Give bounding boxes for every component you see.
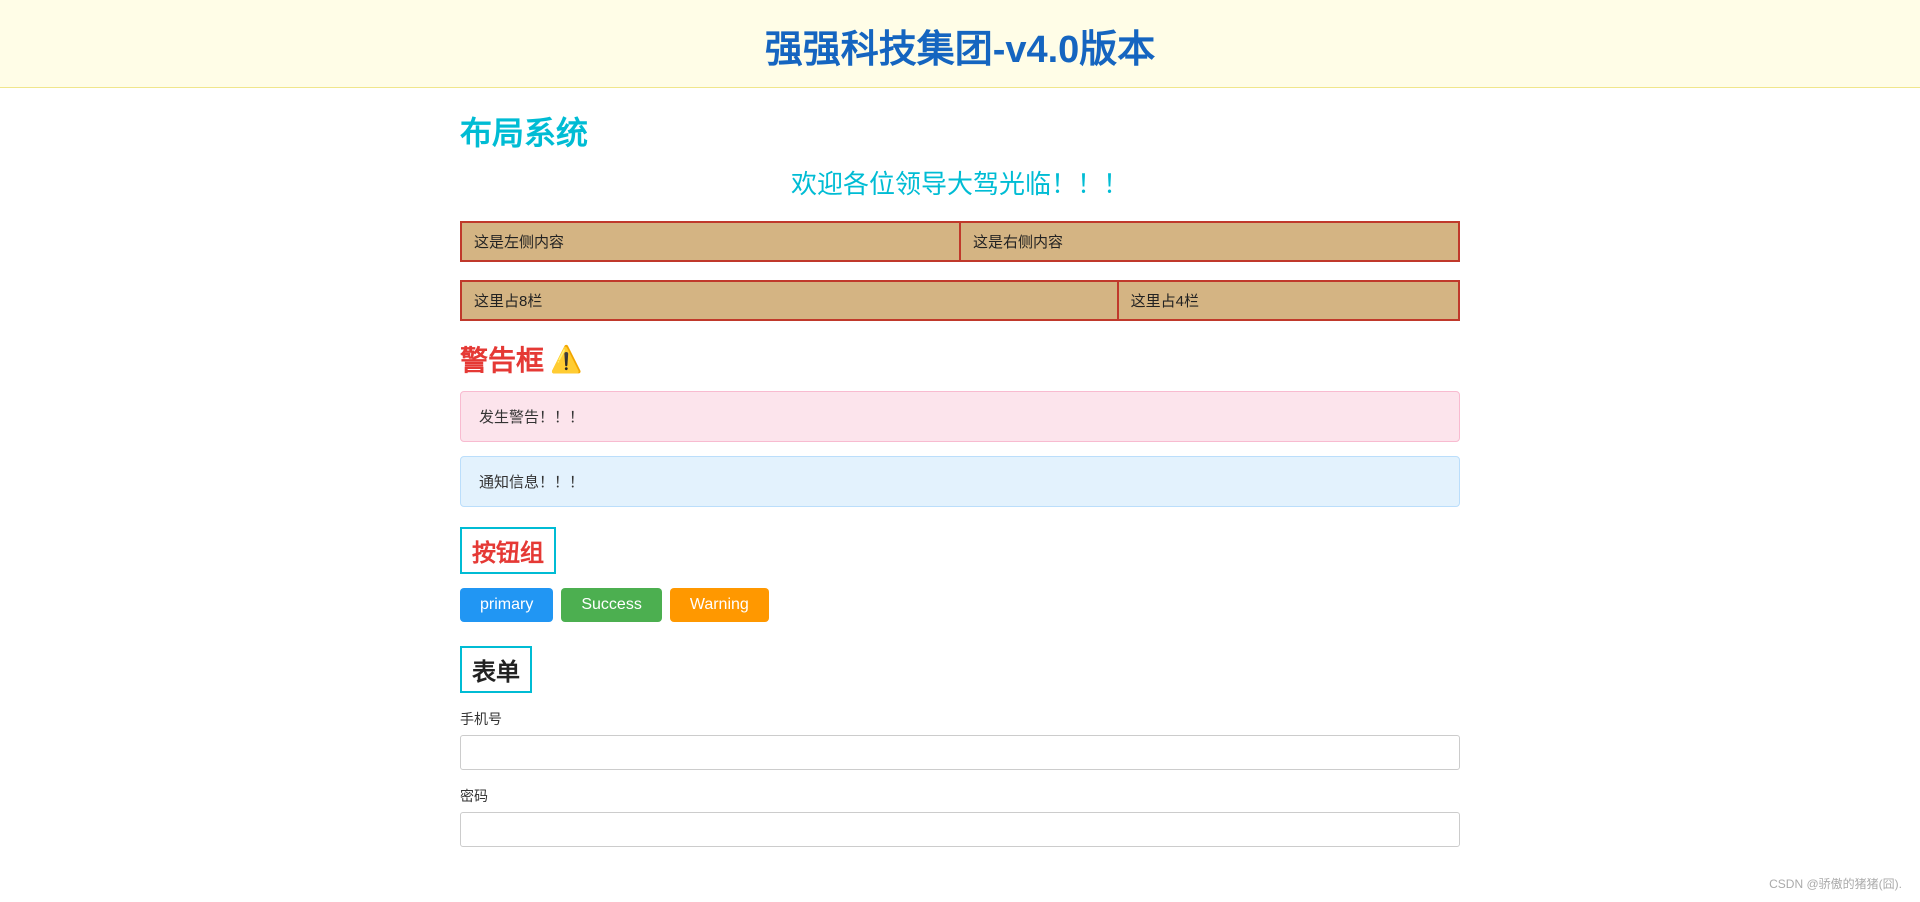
warning-section-heading: 警告框 ⚠️ xyxy=(460,339,1460,379)
password-input[interactable] xyxy=(460,812,1460,847)
btn-warning[interactable]: Warning xyxy=(670,588,769,622)
grid-col-left: 这是左侧内容 xyxy=(462,223,961,260)
warning-icon: ⚠️ xyxy=(550,344,582,375)
btn-primary[interactable]: primary xyxy=(460,588,553,622)
btn-success[interactable]: Success xyxy=(561,588,661,622)
header-title: 强强科技集团-v4.0版本 xyxy=(765,29,1156,71)
form-label-phone: 手机号 xyxy=(460,709,1460,729)
grid-col-right: 这是右侧内容 xyxy=(961,223,1458,260)
phone-input[interactable] xyxy=(460,735,1460,770)
alert-info-text: 通知信息！！！ xyxy=(479,474,584,491)
btn-group: primary Success Warning xyxy=(460,588,1460,622)
grid-row-2: 这里占8栏 这里占4栏 xyxy=(460,280,1460,321)
page-container: 布局系统 欢迎各位领导大驾光临！！！ 这是左侧内容 这是右侧内容 这里占8栏 这… xyxy=(280,108,1640,847)
form-group-password: 密码 xyxy=(460,786,1460,847)
alert-danger: 发生警告！！！ xyxy=(460,391,1460,442)
layout-title: 布局系统 xyxy=(460,108,1460,154)
warning-heading-text: 警告框 xyxy=(460,339,544,379)
form-group-phone: 手机号 xyxy=(460,709,1460,770)
alert-danger-text: 发生警告！！！ xyxy=(479,409,584,426)
welcome-text: 欢迎各位领导大驾光临！！！ xyxy=(460,164,1460,201)
button-group-heading: 按钮组 xyxy=(460,527,556,574)
csdn-watermark: CSDN @骄傲的猪猪(囧). xyxy=(1769,875,1902,892)
grid-col-8: 这里占8栏 xyxy=(462,282,1119,319)
form-label-password: 密码 xyxy=(460,786,1460,806)
grid-row-1: 这是左侧内容 这是右侧内容 xyxy=(460,221,1460,262)
grid-col-4: 这里占4栏 xyxy=(1119,282,1458,319)
header-banner: 强强科技集团-v4.0版本 xyxy=(0,0,1920,88)
alert-info: 通知信息！！！ xyxy=(460,456,1460,507)
form-section-heading: 表单 xyxy=(460,646,532,693)
